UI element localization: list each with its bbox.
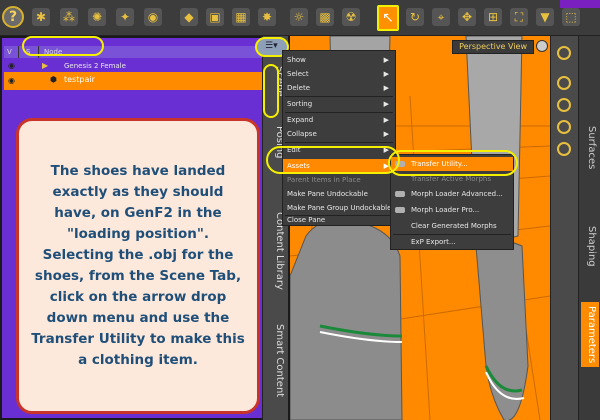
left-shoe	[290, 219, 403, 420]
spotlight-icon[interactable]: ✺	[88, 8, 106, 26]
node-select-tool-button[interactable]: ↖	[377, 5, 399, 31]
highlight-oval	[266, 146, 400, 174]
pan-icon[interactable]	[557, 76, 571, 90]
scale-tool-icon[interactable]: ⊞	[484, 8, 502, 26]
figure-icon[interactable]: ✱	[32, 8, 50, 26]
spotlight-alt-icon[interactable]: ✸	[258, 8, 276, 26]
eye-icon[interactable]: ◉	[8, 76, 15, 85]
light-icon[interactable]: ✦	[116, 8, 134, 26]
sun-icon[interactable]: ☼	[290, 8, 308, 26]
main-toolbar: ? ✱ ⁂ ✺ ✦ ◉ ◆ ▣ ▦ ✸ ☼ ▩ ☢ ↖ ↻ ⌖ ✥ ⊞ ⛶ ▼ …	[0, 0, 600, 36]
draw-style-icon[interactable]	[536, 40, 548, 52]
annotation-text: The shoes have landed exactly as they sh…	[31, 163, 245, 368]
translate-tool-icon[interactable]: ✥	[458, 8, 476, 26]
tab-shaping[interactable]: Shaping	[583, 226, 597, 267]
help-icon[interactable]: ?	[2, 6, 24, 28]
menu-item-exp-export[interactable]: ExP Export...	[391, 235, 513, 249]
right-tab-strip: Surfaces Shaping Parameters	[578, 36, 600, 420]
menu-item-show[interactable]: Show ▶	[283, 53, 395, 67]
daz-studio-window: ? ✱ ⁂ ✺ ✦ ◉ ◆ ▣ ▦ ✸ ☼ ▩ ☢ ↖ ↻ ⌖ ✥ ⊞ ⛶ ▼ …	[0, 0, 600, 420]
rotate-tool-icon[interactable]: ↻	[406, 8, 424, 26]
column-divider	[18, 46, 19, 58]
morph-loader-icon	[395, 191, 405, 197]
joint-icon[interactable]: ⁂	[60, 8, 78, 26]
list-menu-icon: ☰▾	[265, 41, 278, 51]
column-visible[interactable]: V	[7, 46, 12, 58]
scene-row-testpair[interactable]: ◉ ⬢ testpair	[4, 72, 286, 90]
eye-icon[interactable]: ◉	[8, 61, 15, 70]
floor-grid-line	[409, 95, 431, 420]
view-options-icon[interactable]	[557, 46, 571, 60]
menu-item-clear-generated-morphs[interactable]: Clear Generated Morphs	[391, 219, 513, 233]
viewport-camera-select[interactable]: Perspective View	[452, 40, 534, 54]
scene-pane: V S Node ◉ ▶ Genesis 2 Female ◉ ⬢ testpa…	[0, 36, 290, 420]
menu-item-delete[interactable]: Delete ▶	[283, 81, 395, 95]
zoom-icon[interactable]	[557, 120, 571, 134]
spotrender-icon[interactable]: ⬚	[562, 8, 580, 26]
window-accent-bar	[560, 0, 600, 8]
dolly-icon[interactable]	[557, 142, 571, 156]
menu-item-morph-loader-pro[interactable]: Morph Loader Pro...	[391, 203, 513, 217]
orbit-icon[interactable]	[557, 98, 571, 112]
highlight-oval	[263, 64, 279, 118]
scene-row-label: testpair	[64, 75, 95, 84]
cube-icon[interactable]: ▣	[206, 8, 224, 26]
tab-smart-content[interactable]: Smart Content	[267, 324, 285, 397]
tab-parameters[interactable]: Parameters	[581, 302, 599, 368]
render-settings-icon[interactable]: ▦	[232, 8, 250, 26]
pane-context-menu: Show ▶ Select ▶ Delete ▶ Sorting ▶ Expand ▶ C…	[282, 50, 396, 226]
primitive-icon[interactable]: ◆	[180, 8, 198, 26]
morph-tool-icon[interactable]: ▼	[536, 8, 554, 26]
highlight-oval	[22, 36, 104, 56]
menu-item-morph-loader-advanced[interactable]: Morph Loader Advanced...	[391, 187, 513, 201]
render-icon[interactable]: ☢	[342, 8, 360, 26]
camera-tool-icon[interactable]: ⛶	[510, 8, 528, 26]
menu-item-select[interactable]: Select ▶	[283, 67, 395, 81]
shading-icon[interactable]: ▩	[316, 8, 334, 26]
scene-row-genesis[interactable]: ◉ ▶ Genesis 2 Female	[4, 60, 264, 72]
menu-item-make-pane-undockable[interactable]: Make Pane Undockable	[283, 187, 395, 201]
menu-item-expand[interactable]: Expand ▶	[283, 113, 395, 127]
tab-surfaces[interactable]: Surfaces	[583, 126, 597, 169]
menu-item-collapse[interactable]: Collapse ▶	[283, 127, 395, 141]
annotation-note: The shoes have landed exactly as they sh…	[16, 118, 260, 414]
universal-tool-icon[interactable]: ⌖	[432, 8, 450, 26]
menu-item-parent-in-place[interactable]: Parent Items in Place	[283, 173, 395, 187]
viewport-controls	[550, 36, 578, 420]
scene-row-label: Genesis 2 Female	[64, 62, 126, 70]
menu-item-close-pane[interactable]: Close Pane	[283, 213, 395, 227]
object-icon: ⬢	[50, 75, 57, 84]
highlight-oval	[388, 150, 518, 176]
menu-item-sorting[interactable]: Sorting ▶	[283, 97, 395, 111]
camera-icon[interactable]: ◉	[144, 8, 162, 26]
figure-icon: ▶	[42, 61, 49, 70]
morph-loader-icon	[395, 207, 405, 213]
